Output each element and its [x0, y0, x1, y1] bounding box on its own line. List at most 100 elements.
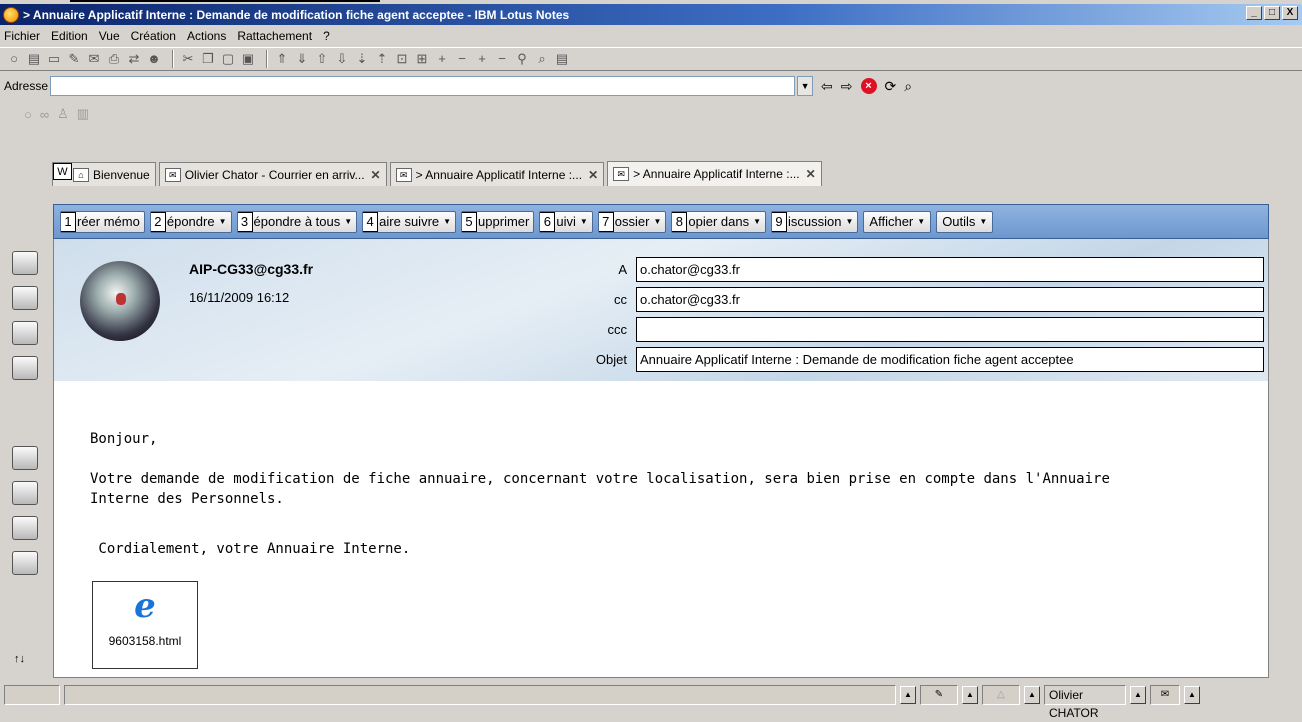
collapse-all-icon[interactable]: −	[494, 51, 510, 67]
search-plus-icon[interactable]: ⌕	[904, 78, 912, 95]
clipboard-icon[interactable]: ▣	[240, 51, 256, 67]
open-folder-icon[interactable]: ▭	[46, 51, 62, 67]
save-icon[interactable]: ▤	[26, 51, 42, 67]
todo-icon[interactable]	[12, 321, 38, 345]
to-field[interactable]: o.chator@cg33.fr	[636, 257, 1264, 282]
favorites-icon[interactable]	[12, 446, 38, 470]
tools-button[interactable]: Outils ▼	[936, 210, 994, 233]
copy-into-button[interactable]: 8 opier dans ▼	[671, 210, 767, 233]
status-bar: ▲ ✎ ▲ △ ▲ Olivier CHATOR ▲ ✉ ▲	[0, 683, 1302, 720]
paste-icon[interactable]: ▢	[220, 51, 236, 67]
contacts-icon[interactable]	[12, 286, 38, 310]
cc-field[interactable]: o.chator@cg33.fr	[636, 287, 1264, 312]
collapse-icon[interactable]: −	[454, 51, 470, 67]
menu-creation[interactable]: Création	[131, 29, 176, 43]
status-indicator[interactable]	[4, 685, 60, 705]
chevron-up-icon[interactable]: ▲	[962, 686, 978, 704]
view-button[interactable]: Afficher ▼	[863, 210, 932, 233]
inbox-status-icon[interactable]: ✉	[1150, 685, 1180, 705]
copy-icon[interactable]: ❐	[200, 51, 216, 67]
bcc-field[interactable]	[636, 317, 1264, 342]
expand-icon[interactable]: +	[434, 51, 450, 67]
replication-icon[interactable]	[12, 356, 38, 380]
attachment-name: 9603158.html	[108, 634, 182, 648]
delete-button[interactable]: 5 upprimer	[461, 210, 535, 233]
maximize-button[interactable]: □	[1264, 6, 1280, 20]
user-icon[interactable]: ☻	[146, 51, 162, 67]
message-body[interactable]: Bonjour, Votre demande de modification d…	[53, 381, 1269, 678]
forward-icon[interactable]: ⇨	[841, 78, 853, 95]
chevron-up-icon[interactable]: ▲	[900, 686, 916, 704]
reply-button[interactable]: 2 épondre ▼	[149, 210, 232, 233]
address-input[interactable]	[50, 76, 796, 96]
chevron-up-icon[interactable]: ▲	[1184, 686, 1200, 704]
attachment[interactable]: e 9603158.html	[92, 581, 198, 669]
notes-icon[interactable]: ▥	[77, 106, 89, 122]
back-icon[interactable]: ⇦	[821, 78, 833, 95]
search-icon[interactable]: ⌕	[534, 51, 550, 67]
next-unread-icon[interactable]: ⇣	[354, 51, 370, 67]
calendar-icon[interactable]	[12, 251, 38, 275]
chat-icon[interactable]: ○	[24, 107, 32, 122]
close-icon[interactable]: ✕	[588, 168, 598, 182]
prev-doc-icon[interactable]: ⇧	[314, 51, 330, 67]
current-user[interactable]: Olivier CHATOR	[1044, 685, 1126, 720]
chevron-up-icon[interactable]: ▲	[1130, 686, 1146, 704]
tab-inbox[interactable]: ✉ Olivier Chator - Courrier en arriv... …	[158, 162, 387, 186]
edit-icon[interactable]: ✎	[66, 51, 82, 67]
stop-icon[interactable]: ×	[860, 78, 877, 94]
subject-field[interactable]: Annuaire Applicatif Interne : Demande de…	[636, 347, 1264, 372]
chevron-down-icon: ▼	[443, 217, 452, 226]
follow-up-button[interactable]: 6 uivi ▼	[539, 210, 593, 233]
cut-icon[interactable]: ✂	[180, 51, 196, 67]
minimize-button[interactable]: _	[1246, 6, 1262, 20]
menu-help[interactable]: ?	[323, 29, 330, 43]
goto-parent-icon[interactable]: ⊡	[394, 51, 410, 67]
menu-fichier[interactable]: Fichier	[4, 29, 40, 43]
last-doc-icon[interactable]: ⇓	[294, 51, 310, 67]
discussion-button[interactable]: 9 iscussion ▼	[771, 210, 859, 233]
binoculars-icon[interactable]: ⚲	[514, 51, 530, 67]
close-icon[interactable]: ✕	[371, 168, 381, 182]
chevron-up-icon[interactable]: ▲	[1024, 686, 1040, 704]
next-doc-icon[interactable]: ⇩	[334, 51, 350, 67]
new-memo-button[interactable]: 1 réer mémo	[60, 210, 145, 233]
mail-icon[interactable]: ✉	[86, 51, 102, 67]
expand-all-icon[interactable]: +	[474, 51, 490, 67]
lotus-app-icon[interactable]	[3, 6, 19, 23]
more-bookmarks-icon[interactable]	[12, 516, 38, 540]
menu-actions[interactable]: Actions	[187, 29, 226, 43]
online-status-icon[interactable]: ✎	[920, 685, 958, 705]
home-icon[interactable]: ○	[6, 51, 22, 67]
button-label: uivi	[556, 214, 576, 229]
location-icon[interactable]: △	[982, 685, 1020, 705]
databases-icon[interactable]	[12, 481, 38, 505]
menu-edition[interactable]: Edition	[51, 29, 88, 43]
chevron-down-icon[interactable]: ▼	[797, 76, 814, 96]
print-icon[interactable]: ⎙	[106, 51, 122, 67]
chat-group-icon[interactable]: ∞	[40, 107, 49, 122]
home-icon: ⌂	[73, 167, 89, 182]
tab-annuaire-2[interactable]: ✉ > Annuaire Applicatif Interne :... ✕	[607, 161, 822, 186]
chevron-down-icon: ▼	[579, 217, 588, 226]
message-header: AIP-CG33@cg33.fr 16/11/2009 16:12 A o.ch…	[53, 239, 1269, 381]
chevron-down-icon: ▼	[979, 217, 988, 226]
close-icon[interactable]: ✕	[806, 167, 816, 181]
toolbar-separator	[172, 50, 174, 68]
scroll-arrows-icon[interactable]: ↑↓	[14, 653, 25, 665]
prev-unread-icon[interactable]: ⇡	[374, 51, 390, 67]
refresh-icon[interactable]: ⟳	[885, 78, 897, 95]
close-button[interactable]: X	[1282, 6, 1298, 20]
properties-icon[interactable]: ▤	[554, 51, 570, 67]
applications-icon[interactable]	[12, 551, 38, 575]
person-icon[interactable]: ♙	[57, 106, 69, 122]
menu-rattachement[interactable]: Rattachement	[237, 29, 312, 43]
replicate-icon[interactable]: ⇄	[126, 51, 142, 67]
first-doc-icon[interactable]: ⇑	[274, 51, 290, 67]
forward-button[interactable]: 4 aire suivre ▼	[362, 210, 457, 233]
show-preview-icon[interactable]: ⊞	[414, 51, 430, 67]
menu-vue[interactable]: Vue	[99, 29, 120, 43]
folder-button[interactable]: 7 ossier ▼	[597, 210, 667, 233]
reply-all-button[interactable]: 3 épondre à tous ▼	[236, 210, 358, 233]
tab-annuaire-1[interactable]: ✉ > Annuaire Applicatif Interne :... ✕	[389, 162, 605, 186]
